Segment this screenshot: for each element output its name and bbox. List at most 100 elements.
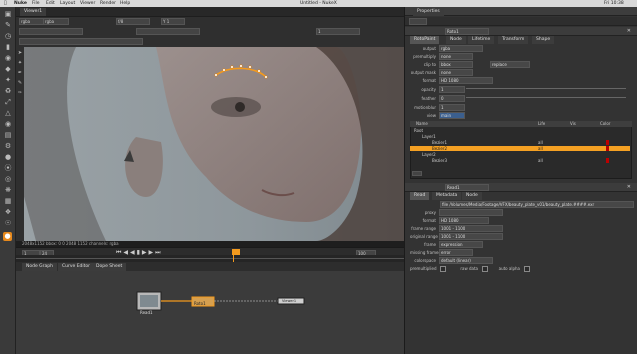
premultiplied-checkbox[interactable]: [440, 266, 446, 273]
tree-col-life[interactable]: Life: [538, 121, 545, 127]
shape-color-swatch[interactable]: [606, 158, 609, 163]
menu-edit[interactable]: Edit: [46, 0, 55, 7]
apple-icon[interactable]: : [4, 0, 7, 7]
clone-tool-icon[interactable]: ✑: [16, 89, 24, 98]
ocula-icon[interactable]: ◎: [3, 175, 13, 184]
motionblur-field[interactable]: 1: [439, 104, 465, 111]
select-tool-icon[interactable]: ➤: [16, 49, 24, 58]
read-row-label: premultiplied: [410, 266, 437, 271]
tab-node[interactable]: Node: [446, 36, 466, 44]
clipto-select[interactable]: bbox: [439, 61, 473, 68]
menu-layout[interactable]: Layout: [60, 0, 75, 7]
deep-icon[interactable]: ▦: [3, 197, 13, 206]
tree-row-selected[interactable]: Bezier2 all: [410, 146, 630, 151]
tab-read[interactable]: Read: [410, 192, 430, 200]
close-icon[interactable]: ✕: [627, 28, 631, 34]
frame-range-field[interactable]: 1001 - 1100: [439, 225, 503, 232]
merge-icon[interactable]: ♻: [3, 87, 13, 96]
globe-icon[interactable]: ☉: [3, 219, 13, 228]
tab-viewer[interactable]: Viewer1: [20, 8, 47, 16]
premultiply-select[interactable]: none: [439, 53, 473, 60]
tab-properties[interactable]: Properties: [413, 8, 444, 16]
roto-options[interactable]: [19, 38, 143, 45]
tree-row[interactable]: Root: [410, 128, 630, 133]
output-mask-select[interactable]: none: [439, 69, 473, 76]
layer-select[interactable]: rgba: [43, 18, 69, 25]
tree-col-color[interactable]: Color: [600, 121, 610, 127]
close-icon[interactable]: ✕: [627, 184, 631, 190]
viewer-toggles[interactable]: [19, 28, 83, 35]
proxy-field[interactable]: [439, 209, 503, 216]
transform-icon[interactable]: ⤢: [3, 98, 13, 107]
tab-dope-sheet[interactable]: Dope Sheet: [92, 263, 127, 271]
read-format-select[interactable]: HD 1080: [439, 217, 489, 224]
read-node-name[interactable]: Read1: [445, 184, 489, 191]
tree-row[interactable]: Bezier3 all: [410, 158, 630, 163]
view-select[interactable]: main: [439, 112, 465, 119]
tab-node-graph[interactable]: Node Graph: [22, 263, 57, 271]
toolsets-icon[interactable]: ⚙: [3, 142, 13, 151]
timeline-ruler[interactable]: [16, 255, 404, 262]
draw-icon[interactable]: ✎: [3, 21, 13, 30]
3d-icon[interactable]: △: [3, 109, 13, 118]
menu-viewer[interactable]: Viewer: [80, 0, 95, 7]
tree-col-name[interactable]: Name: [416, 121, 428, 127]
tree-row[interactable]: Bezier1 all: [410, 140, 630, 145]
keyer-icon[interactable]: ✦: [3, 76, 13, 85]
menu-file[interactable]: File: [32, 0, 40, 7]
gain-field[interactable]: f/8: [116, 18, 150, 25]
auto-alpha-checkbox[interactable]: [524, 266, 530, 273]
brush-tool-icon[interactable]: ✎: [16, 79, 24, 88]
viewer-image[interactable]: [16, 47, 404, 241]
output-select[interactable]: rgba: [439, 45, 483, 52]
views-icon[interactable]: ◉: [3, 120, 13, 129]
max-panels-field[interactable]: [409, 18, 427, 25]
channel-icon[interactable]: ▮: [3, 43, 13, 52]
gizmo-icon[interactable]: ❖: [3, 208, 13, 217]
point-tool-icon[interactable]: ✦: [16, 59, 24, 68]
roi-controls[interactable]: [136, 28, 200, 35]
feather-field[interactable]: 0: [439, 95, 465, 102]
raw-data-checkbox[interactable]: [482, 266, 488, 273]
tree-row[interactable]: Layer1: [410, 134, 630, 139]
frame-display[interactable]: 1: [316, 28, 360, 35]
metadata-icon[interactable]: ▤: [3, 131, 13, 140]
tab-shape[interactable]: Shape: [532, 36, 555, 44]
channel-select[interactable]: rgba: [19, 18, 45, 25]
tab-curve-editor[interactable]: Curve Editor: [58, 263, 95, 271]
colorspace-select[interactable]: default (linear): [439, 257, 493, 264]
format-select[interactable]: HD 1080: [439, 77, 493, 84]
cliptype-select[interactable]: replace: [490, 61, 530, 68]
other-icon[interactable]: ●: [3, 153, 13, 162]
add-layer-button[interactable]: [412, 171, 422, 176]
feather-slider[interactable]: [466, 97, 626, 98]
tree-col-vis[interactable]: Vis: [570, 121, 576, 127]
menu-help[interactable]: Help: [120, 0, 130, 7]
menu-render[interactable]: Render: [100, 0, 116, 7]
time-icon[interactable]: ◷: [3, 32, 13, 41]
tree-row[interactable]: Layer2: [410, 152, 630, 157]
bezier-tool-icon[interactable]: ✒: [16, 69, 24, 78]
nuke-logo-icon[interactable]: ●: [3, 232, 12, 241]
shape-color-swatch[interactable]: [606, 146, 609, 151]
shape-color-swatch[interactable]: [606, 140, 609, 145]
roto-node-name[interactable]: Roto1: [445, 28, 489, 35]
gamma-field[interactable]: Y 1: [161, 18, 185, 25]
tab-node[interactable]: Node: [462, 192, 482, 200]
opacity-slider[interactable]: [466, 88, 626, 89]
furnace-icon[interactable]: ⦿: [3, 164, 13, 173]
tab-transform[interactable]: Transform: [498, 36, 529, 44]
filter-icon[interactable]: ◆: [3, 65, 13, 74]
tab-metadata[interactable]: Metadata: [432, 192, 462, 200]
particles-icon[interactable]: ❋: [3, 186, 13, 195]
image-icon[interactable]: ▣: [3, 10, 13, 19]
tab-rotopaint[interactable]: RotoPaint: [410, 36, 440, 44]
opacity-field[interactable]: 1: [439, 86, 465, 93]
tab-lifetime[interactable]: Lifetime: [468, 36, 495, 44]
missing-frames-select[interactable]: error: [439, 249, 473, 256]
original-range-field[interactable]: 1001 - 1100: [439, 233, 503, 240]
color-icon[interactable]: ◉: [3, 54, 13, 63]
file-path-field[interactable]: file /Volumes/Media/Footage/VFX/beauty_p…: [440, 201, 634, 208]
frame-mode-select[interactable]: expression: [439, 241, 483, 248]
menu-app-name[interactable]: Nuke: [14, 0, 27, 7]
